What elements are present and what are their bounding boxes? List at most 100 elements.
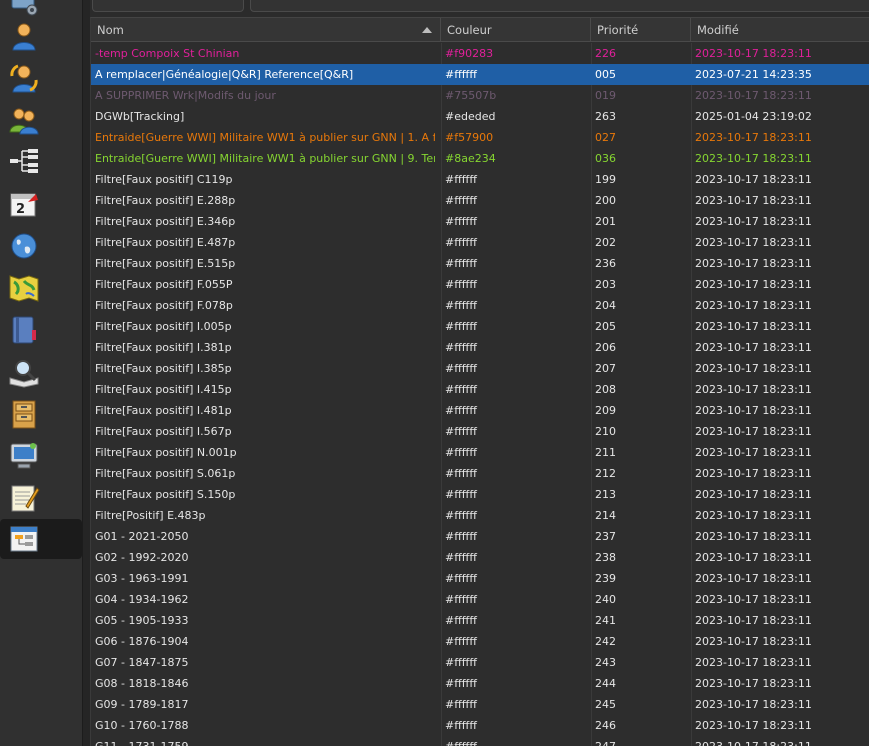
sidebar-item-notepad[interactable] [0,478,82,518]
tags-table: Nom Couleur Priorité Modifié -temp Compo… [90,17,869,746]
cell-priorite: 226 [595,47,616,60]
table-row[interactable]: G07 - 1847-1875 #ffffff 243 2023-10-17 18:2… [91,652,869,673]
column-header-couleur[interactable]: Couleur [441,18,591,42]
table-row[interactable]: G09 - 1789-1817 #ffffff 245 2023-10-17 18:2… [91,694,869,715]
toolbar-field-right[interactable] [250,0,869,12]
table-row[interactable]: Filtre[Faux positif] E.288p #ffffff 200 202… [91,190,869,211]
cell-modifie: 2023-07-21 14:23:35 [695,68,812,81]
cell-couleur: #f57900 [445,131,494,144]
cell-couleur: #ffffff [445,215,477,228]
table-row[interactable]: Filtre[Faux positif] I.415p #ffffff 208 202… [91,379,869,400]
sidebar-item-computer[interactable] [0,436,82,476]
cell-priorite: 243 [595,656,616,669]
sidebar-item-tags[interactable] [0,519,82,559]
table-row[interactable]: Entraide[Guerre WWI] Militaire WW1 à pub… [91,127,869,148]
table-row[interactable]: Filtre[Faux positif] F.078p #ffffff 204 202… [91,295,869,316]
cell-modifie: 2023-10-17 18:23:11 [695,278,812,291]
cell-nom: A remplacer|Généalogie|Q&R] Reference[Q&… [95,68,354,81]
map-icon [9,275,39,302]
table-row[interactable]: Filtre[Faux positif] S.061p #ffffff 212 202… [91,463,869,484]
toolbar [90,0,869,14]
table-row[interactable]: G02 - 1992-2020 #ffffff 238 2023-10-17 18:2… [91,547,869,568]
table-row[interactable]: G05 - 1905-1933 #ffffff 241 2023-10-17 18:2… [91,610,869,631]
cell-priorite: 208 [595,383,616,396]
cell-nom: Filtre[Faux positif] F.078p [95,299,233,312]
toolbar-field-left[interactable] [92,0,244,12]
book-icon [12,316,36,344]
table-row[interactable]: G10 - 1760-1788 #ffffff 246 2023-10-17 18:2… [91,715,869,736]
table-row[interactable]: -temp Compoix St Chinian #f90283 226 2023-1… [91,43,869,64]
table-row[interactable]: G11 - 1731-1759 #ffffff 247 2023-10-17 18:2… [91,736,869,746]
table-row[interactable]: Filtre[Faux positif] I.481p #ffffff 209 202… [91,400,869,421]
tree-list-icon [10,149,38,173]
column-header-modifie[interactable]: Modifié [691,18,869,42]
cell-modifie: 2023-10-17 18:23:11 [695,551,812,564]
table-row[interactable]: G01 - 2021-2050 #ffffff 237 2023-10-17 18:2… [91,526,869,547]
table-row[interactable]: A SUPPRIMER Wrk|Modifs du jour #75507b 019… [91,85,869,106]
cell-couleur: #ffffff [445,719,477,732]
table-row[interactable]: Filtre[Faux positif] I.381p #ffffff 206 202… [91,337,869,358]
cell-priorite: 237 [595,530,616,543]
cell-nom: Entraide[Guerre WWI] Militaire WW1 à pub… [95,152,435,165]
sidebar-item-person[interactable] [0,16,82,56]
table-row[interactable]: Filtre[Faux positif] F.055P #ffffff 203 202… [91,274,869,295]
cell-priorite: 203 [595,278,616,291]
cell-modifie: 2023-10-17 18:23:11 [695,257,812,270]
cell-priorite: 247 [595,736,685,746]
person-icon [12,23,36,51]
cell-modifie: 2023-10-17 18:23:11 [695,173,812,186]
cell-modifie: 2023-10-17 18:23:11 [695,341,812,354]
table-row[interactable]: Filtre[Positif] E.483p #ffffff 214 2023-10-… [91,505,869,526]
table-row[interactable]: G03 - 1963-1991 #ffffff 239 2023-10-17 18:2… [91,568,869,589]
cell-priorite: 263 [595,110,616,123]
sidebar-item-book[interactable] [0,310,82,350]
cell-nom: G01 - 2021-2050 [95,530,189,543]
table-row[interactable]: Filtre[Faux positif] E.515p #ffffff 236 202… [91,253,869,274]
cell-nom: Filtre[Faux positif] I.385p [95,362,232,375]
cell-couleur: #ffffff [445,530,477,543]
sidebar-item-person-refresh[interactable] [0,58,82,98]
table-row[interactable]: Entraide[Guerre WWI] Militaire WW1 à pub… [91,148,869,169]
table-row[interactable]: G06 - 1876-1904 #ffffff 242 2023-10-17 18:2… [91,631,869,652]
cell-nom: Entraide[Guerre WWI] Militaire WW1 à pub… [95,131,435,144]
cell-modifie: 2023-10-17 18:23:11 [695,320,812,333]
person-refresh-icon [10,64,38,93]
sidebar-item-map[interactable] [0,268,82,308]
cell-couleur: #ffffff [445,551,477,564]
table-row[interactable]: DGWb[Tracking] #ededed 263 2025-01-04 23:19… [91,106,869,127]
table-row[interactable]: Filtre[Faux positif] N.001p #ffffff 211 202… [91,442,869,463]
cell-modifie: 2023-10-17 18:23:11 [695,656,812,669]
table-body: -temp Compoix St Chinian #f90283 226 2023-1… [91,43,869,746]
sidebar-item-globe[interactable] [0,226,82,266]
column-header-nom[interactable]: Nom [91,18,441,42]
cell-modifie: 2023-10-17 18:23:11 [695,736,869,746]
table-row[interactable]: Filtre[Faux positif] C119p #ffffff 199 2023… [91,169,869,190]
cell-priorite: 212 [595,467,616,480]
cell-nom: Filtre[Faux positif] E.487p [95,236,236,249]
sidebar-item-search-book[interactable] [0,352,82,392]
cell-couleur: #ffffff [445,257,477,270]
table-row[interactable]: Filtre[Faux positif] I.385p #ffffff 207 202… [91,358,869,379]
table-row[interactable]: Filtre[Faux positif] I.567p #ffffff 210 202… [91,421,869,442]
cell-nom: -temp Compoix St Chinian [95,47,240,60]
cell-priorite: 214 [595,509,616,522]
cell-nom: Filtre[Faux positif] C119p [95,173,233,186]
sidebar-item-cabinet[interactable] [0,394,82,434]
sidebar-splitter[interactable] [82,0,90,746]
table-row[interactable]: Filtre[Faux positif] S.150p #ffffff 213 202… [91,484,869,505]
cell-nom: Filtre[Faux positif] I.415p [95,383,232,396]
cell-modifie: 2023-10-17 18:23:11 [695,509,812,522]
table-row[interactable]: Filtre[Faux positif] I.005p #ffffff 205 202… [91,316,869,337]
cell-modifie: 2023-10-17 18:23:11 [695,362,812,375]
cell-nom: Filtre[Faux positif] I.381p [95,341,232,354]
table-row[interactable]: G08 - 1818-1846 #ffffff 244 2023-10-17 18:2… [91,673,869,694]
cell-nom: Filtre[Positif] E.483p [95,509,206,522]
column-header-priorite[interactable]: Priorité [591,18,691,42]
table-row[interactable]: Filtre[Faux positif] E.487p #ffffff 202 202… [91,232,869,253]
table-row[interactable]: Filtre[Faux positif] E.346p #ffffff 201 202… [91,211,869,232]
table-row[interactable]: G04 - 1934-1962 #ffffff 240 2023-10-17 18:2… [91,589,869,610]
sidebar-item-tree[interactable] [0,141,82,181]
table-row[interactable]: A remplacer|Généalogie|Q&R] Reference[Q&… [91,64,869,85]
sidebar-item-people[interactable] [0,100,82,140]
sidebar-item-calendar[interactable]: 2 [0,184,82,224]
